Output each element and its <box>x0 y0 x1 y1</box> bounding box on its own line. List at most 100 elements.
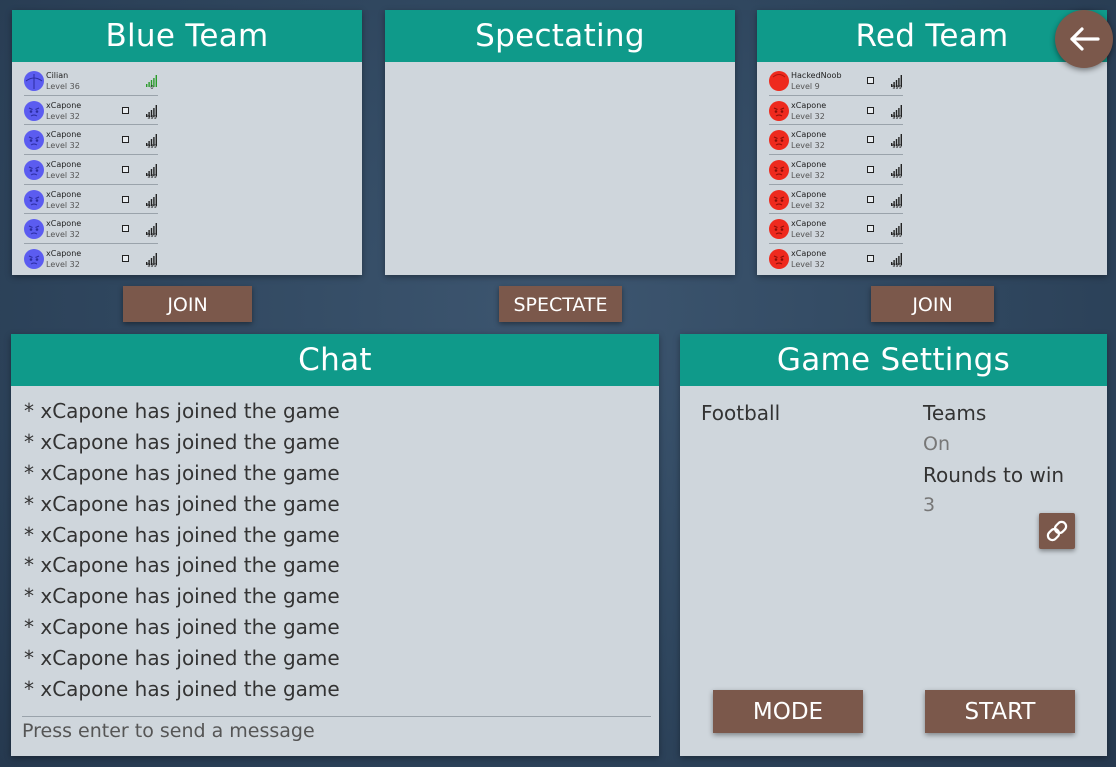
player-avatar <box>769 249 789 270</box>
player-row[interactable]: xCapone Level 32 999 <box>769 125 903 156</box>
player-level: Level 32 <box>791 260 825 270</box>
blue-team-panel: Blue Team Cilian Level 36 0 xCapone Level 32… <box>12 10 362 275</box>
chat-message: * xCapone has joined the game <box>24 677 340 702</box>
signal-bars-icon <box>146 250 158 266</box>
player-level: Level 32 <box>46 230 80 240</box>
ready-checkbox[interactable] <box>867 225 874 233</box>
player-avatar <box>24 100 44 121</box>
player-name: HackedNoob <box>791 71 842 80</box>
player-avatar <box>769 219 789 240</box>
signal-bars-icon <box>146 191 158 206</box>
player-ping: 0 <box>150 85 154 91</box>
player-level: Level 32 <box>791 141 825 151</box>
player-row[interactable]: xCapone Level 32 999 <box>24 155 158 185</box>
player-ping: 999 <box>147 263 157 270</box>
signal-bars-icon <box>146 102 158 117</box>
player-ping: 999 <box>147 174 157 181</box>
player-avatar <box>24 189 44 210</box>
ready-checkbox[interactable] <box>867 166 874 174</box>
player-row[interactable]: xCapone Level 32 999 <box>769 185 903 215</box>
signal-bars-icon <box>146 131 158 147</box>
player-level: Level 32 <box>46 200 80 210</box>
copy-link-button[interactable] <box>1039 513 1075 549</box>
ready-checkbox[interactable] <box>122 136 129 144</box>
chat-message: * xCapone has joined the game <box>24 615 340 640</box>
player-ping: 999 <box>147 144 157 151</box>
player-level: Level 32 <box>791 200 825 210</box>
player-row[interactable]: HackedNoob Level 9 999 <box>769 66 903 96</box>
player-avatar <box>769 160 789 181</box>
player-row[interactable]: xCapone Level 32 999 <box>24 125 158 156</box>
ready-checkbox[interactable] <box>122 195 129 203</box>
player-row[interactable]: xCapone Level 32 999 <box>769 155 903 185</box>
ready-checkbox[interactable] <box>122 225 129 233</box>
teams-value: On <box>923 433 950 455</box>
chat-message: * xCapone has joined the game <box>24 429 340 454</box>
player-row[interactable]: Cilian Level 36 0 <box>24 66 158 96</box>
player-name: xCapone <box>791 249 827 259</box>
player-row[interactable]: xCapone Level 32 999 <box>24 96 158 126</box>
ready-checkbox[interactable] <box>867 255 874 263</box>
blue-team-player-list: Cilian Level 36 0 xCapone Level 32 999 xCapone… <box>12 62 362 274</box>
game-settings-title: Game Settings <box>680 334 1107 386</box>
player-level: Level 32 <box>791 111 825 121</box>
player-level: Level 32 <box>791 230 825 240</box>
mode-button[interactable]: MODE <box>713 690 863 733</box>
signal-bars-icon <box>891 191 903 206</box>
spectate-button[interactable]: SPECTATE <box>499 286 622 322</box>
player-row[interactable]: xCapone Level 32 999 <box>769 214 903 245</box>
ready-checkbox[interactable] <box>867 136 874 144</box>
start-button[interactable]: START <box>925 690 1075 733</box>
player-row[interactable]: xCapone Level 32 999 <box>769 244 903 274</box>
player-name: xCapone <box>46 189 82 199</box>
signal-bars-icon <box>891 220 903 236</box>
signal-bars-icon <box>891 102 903 117</box>
player-row[interactable]: xCapone Level 32 999 <box>769 96 903 126</box>
chat-message: * xCapone has joined the game <box>24 491 340 516</box>
ready-checkbox[interactable] <box>867 195 874 203</box>
player-avatar <box>24 130 44 151</box>
player-ping: 999 <box>892 203 902 210</box>
chat-title: Chat <box>11 334 659 386</box>
ready-checkbox[interactable] <box>867 77 874 84</box>
player-avatar <box>24 249 44 270</box>
signal-bars-icon <box>891 250 903 266</box>
player-ping: 999 <box>892 144 902 151</box>
player-ping: 999 <box>892 114 902 121</box>
player-name: xCapone <box>791 189 827 199</box>
ready-checkbox[interactable] <box>122 255 129 263</box>
player-name: xCapone <box>791 130 827 140</box>
player-ping: 999 <box>892 233 902 240</box>
chat-message: * xCapone has joined the game <box>24 553 340 578</box>
player-name: xCapone <box>46 100 82 110</box>
signal-bars-icon <box>146 72 158 87</box>
join-red-button[interactable]: JOIN <box>871 286 994 322</box>
back-button[interactable] <box>1055 10 1113 68</box>
player-level: Level 32 <box>46 260 80 270</box>
spectating-title: Spectating <box>385 10 735 62</box>
chat-divider <box>22 716 651 717</box>
ready-checkbox[interactable] <box>122 166 129 174</box>
teams-label: Teams <box>923 401 987 425</box>
join-blue-button[interactable]: JOIN <box>123 286 252 322</box>
player-row[interactable]: xCapone Level 32 999 <box>24 244 158 274</box>
chat-message: * xCapone has joined the game <box>24 522 340 547</box>
player-level: Level 32 <box>791 171 825 181</box>
chat-input[interactable]: Press enter to send a message <box>22 720 315 742</box>
signal-bars-icon <box>891 161 903 177</box>
ready-checkbox[interactable] <box>867 106 874 114</box>
ready-checkbox[interactable] <box>122 106 129 114</box>
player-ping: 999 <box>892 263 902 270</box>
player-name: Cilian <box>46 71 69 80</box>
signal-bars-icon <box>146 220 158 236</box>
player-row[interactable]: xCapone Level 32 999 <box>24 214 158 245</box>
player-level: Level 9 <box>791 82 820 91</box>
player-avatar <box>24 160 44 181</box>
player-row[interactable]: xCapone Level 32 999 <box>24 185 158 215</box>
player-level: Level 32 <box>46 111 80 121</box>
player-level: Level 32 <box>46 171 80 181</box>
chat-panel: Chat * xCapone has joined the game * xCap… <box>11 334 659 756</box>
signal-bars-icon <box>146 161 158 177</box>
player-name: xCapone <box>791 160 827 170</box>
chat-message: * xCapone has joined the game <box>24 584 340 609</box>
